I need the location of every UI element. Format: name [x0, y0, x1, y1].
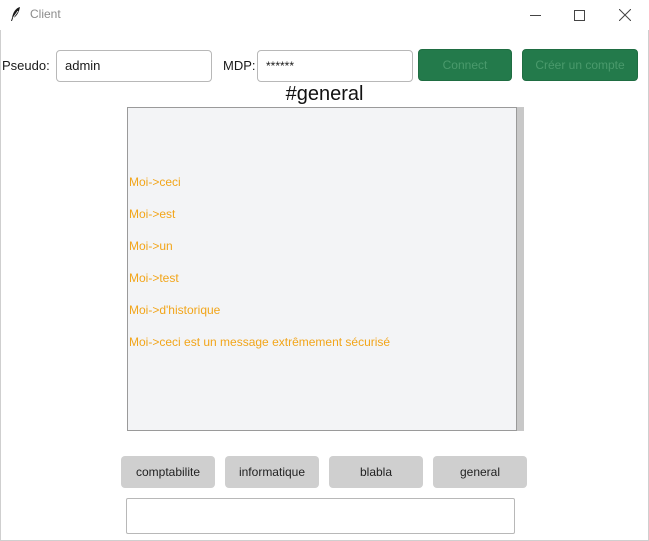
- channel-button-blabla[interactable]: blabla: [329, 456, 423, 488]
- maximize-button[interactable]: [556, 0, 602, 30]
- channel-title: #general: [285, 83, 364, 105]
- channel-button-general[interactable]: general: [433, 456, 527, 488]
- channel-button-comptabilite[interactable]: comptabilite: [121, 456, 215, 488]
- create-account-button[interactable]: Créer un compte: [522, 49, 638, 81]
- connect-button[interactable]: Connect: [418, 49, 512, 81]
- mdp-label: MDP:: [223, 58, 256, 73]
- chat-message: Moi->ceci: [129, 175, 181, 189]
- minimize-icon: [529, 10, 541, 21]
- close-button[interactable]: [602, 0, 648, 30]
- chat-message: Moi->est: [129, 207, 176, 221]
- chat-message: Moi->ceci est un message extrêmement séc…: [129, 335, 391, 349]
- password-input[interactable]: ******: [257, 50, 413, 82]
- message-input[interactable]: [126, 498, 515, 534]
- title-bar: Client: [0, 0, 649, 30]
- maximize-icon: [573, 9, 585, 21]
- minimize-button[interactable]: [512, 0, 558, 30]
- feather-icon: [10, 6, 22, 22]
- chat-scrollbar[interactable]: [517, 107, 524, 431]
- window-title: Client: [30, 7, 61, 21]
- pseudo-label: Pseudo:: [2, 58, 50, 73]
- chat-message: Moi->d'historique: [129, 303, 221, 317]
- chat-history[interactable]: [127, 107, 517, 431]
- chat-message: Moi->test: [129, 271, 179, 285]
- pseudo-input[interactable]: admin: [56, 50, 212, 82]
- channel-button-informatique[interactable]: informatique: [225, 456, 319, 488]
- chat-message: Moi->un: [129, 239, 173, 253]
- close-icon: [619, 9, 631, 21]
